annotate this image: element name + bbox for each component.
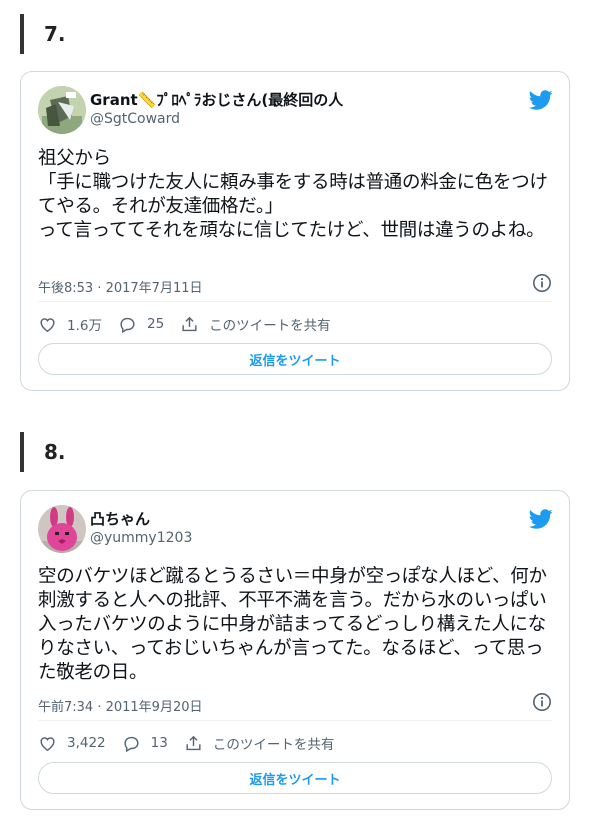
avatar-photo-icon (38, 86, 86, 134)
tweet-card[interactable]: 凸ちゃん @yummy1203 空のバケツほど蹴るとうるさい＝中身が空っぽな人ほ… (20, 490, 570, 810)
section-heading-8: 8. (20, 432, 66, 472)
tweet-timestamp[interactable]: 午後8:53 · 2017年7月11日 (38, 277, 203, 296)
tweet-actions: 1.6万 25 このツイートを共有 (38, 313, 552, 335)
share-button[interactable]: このツイートを共有 (184, 733, 335, 753)
twitter-bird-icon[interactable] (529, 507, 553, 531)
reply-bubble-icon (124, 736, 139, 752)
display-name[interactable]: Grant📏ﾌﾟﾛﾍﾟﾗおじさん(最終回の人 (90, 89, 343, 110)
twitter-bird-icon[interactable] (529, 88, 553, 112)
share-icon (182, 316, 197, 331)
like-count: 3,422 (67, 735, 106, 751)
divider (38, 301, 552, 302)
section-heading-7: 7. (20, 14, 66, 54)
like-button[interactable]: 1.6万 (38, 314, 102, 334)
user-handle[interactable]: @yummy1203 (90, 530, 192, 546)
share-label: このツイートを共有 (209, 318, 331, 334)
tweet-text: 祖父から 「手に職つけた友人に頼み事をする時は普通の料金に色をつけてやる。それが… (38, 148, 548, 241)
reply-count: 13 (150, 735, 168, 751)
avatar[interactable] (38, 86, 86, 134)
reply-action-button[interactable]: 25 (118, 315, 164, 334)
tweet-text: 空のバケツほど蹴るとうるさい＝中身が空っぽな人ほど、何か刺激すると人への批評、不… (38, 566, 547, 683)
like-button[interactable]: 3,422 (38, 734, 106, 753)
share-button[interactable]: このツイートを共有 (180, 314, 331, 334)
share-label: このツイートを共有 (212, 737, 335, 753)
info-icon[interactable] (532, 273, 552, 293)
avatar[interactable] (38, 505, 86, 553)
reply-count: 25 (146, 316, 165, 332)
section-number: 8. (44, 440, 66, 464)
section-number: 7. (44, 22, 66, 46)
pink-rabbit-avatar-icon (38, 505, 86, 553)
divider (38, 720, 552, 721)
like-count: 1.6万 (67, 318, 102, 334)
reply-bubble-icon (120, 317, 135, 333)
tweet-actions: 3,422 13 このツイートを共有 (38, 732, 552, 754)
heart-icon (40, 736, 55, 751)
user-handle[interactable]: @SgtCoward (90, 111, 180, 127)
reply-tweet-button[interactable]: 返信をツイート (38, 762, 552, 794)
reply-tweet-button[interactable]: 返信をツイート (38, 343, 552, 375)
display-name[interactable]: 凸ちゃん (90, 508, 150, 529)
info-icon[interactable] (532, 692, 552, 712)
reply-action-button[interactable]: 13 (122, 734, 168, 753)
heart-icon (40, 317, 55, 332)
tweet-timestamp[interactable]: 午前7:34 · 2011年9月20日 (38, 696, 203, 715)
tweet-card[interactable]: Grant📏ﾌﾟﾛﾍﾟﾗおじさん(最終回の人 @SgtCoward 祖父から 「… (20, 71, 570, 391)
share-icon (186, 735, 201, 750)
